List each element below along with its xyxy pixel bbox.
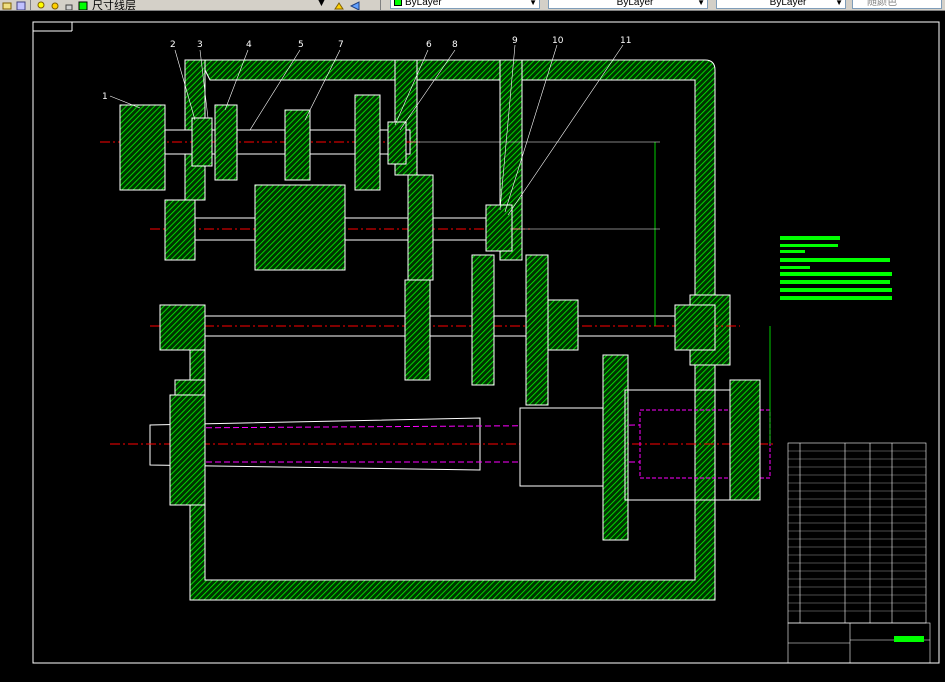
toolbar-separator xyxy=(380,0,381,10)
bearing-cap xyxy=(729,379,761,501)
bearing xyxy=(191,117,213,167)
lineweight-control-dropdown[interactable]: ByLayer ▼ xyxy=(716,0,846,9)
gear xyxy=(602,354,629,541)
bearing xyxy=(485,204,513,252)
layer-manager-icon[interactable] xyxy=(16,0,26,10)
layer-states-icon[interactable] xyxy=(2,0,12,10)
bearing-cap xyxy=(159,304,206,351)
lightbulb-icon[interactable] xyxy=(36,0,46,9)
input-shaft xyxy=(100,94,420,191)
chevron-down-icon: ▼ xyxy=(697,0,705,7)
part-number: 4 xyxy=(246,40,252,50)
drawing-canvas[interactable]: 1 2 3 4 5 7 6 8 9 10 11 xyxy=(0,11,945,677)
lock-icon[interactable] xyxy=(64,0,74,10)
part-number: 10 xyxy=(552,36,564,46)
lineweight-value: ByLayer xyxy=(769,0,807,8)
color-control-dropdown[interactable]: ByLayer ▼ xyxy=(390,0,540,9)
toolbar-separator xyxy=(30,0,31,10)
linetype-value: ByLayer xyxy=(616,0,654,8)
sun-icon[interactable] xyxy=(50,0,60,10)
bearing xyxy=(674,304,716,351)
plotstyle-value: 随颜色 xyxy=(867,0,897,8)
chevron-down-icon: ▼ xyxy=(835,0,843,7)
dimension-lines xyxy=(410,141,771,444)
bearing-cap xyxy=(164,199,196,261)
gear xyxy=(214,104,238,181)
layer-previous-icon[interactable] xyxy=(349,0,360,10)
plotstyle-control-dropdown[interactable]: 随颜色 xyxy=(852,0,942,9)
part-number: 11 xyxy=(620,36,631,46)
part-number: 7 xyxy=(338,40,344,50)
part-number: 3 xyxy=(197,40,203,50)
part-number: 6 xyxy=(426,40,432,50)
gear-block xyxy=(254,184,346,271)
part-number: 2 xyxy=(170,40,176,50)
parts-list-rows xyxy=(788,450,926,612)
gear xyxy=(354,94,381,191)
intermediate-shaft-2 xyxy=(150,254,740,406)
technical-requirements xyxy=(780,236,892,300)
output-spindle xyxy=(110,354,775,541)
layer-color-icon[interactable] xyxy=(78,0,88,10)
gear xyxy=(471,254,495,386)
properties-toolbar: 尺寸线层 ▼ ByLayer ▼ ByLayer ▼ ByLayer ▼ 随颜色 xyxy=(0,0,945,11)
title-block xyxy=(787,622,931,664)
bearing-cap xyxy=(169,394,206,506)
color-swatch-icon xyxy=(394,0,402,6)
gear xyxy=(284,109,311,181)
parts-list-table xyxy=(787,442,927,624)
chevron-down-icon: ▼ xyxy=(529,0,537,7)
gear xyxy=(547,299,579,351)
part-number: 9 xyxy=(512,36,518,46)
layer-dropdown-arrow[interactable]: ▼ xyxy=(316,0,327,9)
part-number: 1 xyxy=(102,92,108,102)
gear xyxy=(525,254,549,406)
part-number: 8 xyxy=(452,40,458,50)
pulley xyxy=(119,104,166,191)
current-layer-name[interactable]: 尺寸线层 xyxy=(92,0,136,10)
make-current-layer-icon[interactable] xyxy=(334,0,344,10)
gear xyxy=(404,279,431,381)
bearing xyxy=(387,121,407,165)
linetype-control-dropdown[interactable]: ByLayer ▼ xyxy=(548,0,708,9)
color-value: ByLayer xyxy=(405,0,442,8)
part-number: 5 xyxy=(298,40,304,50)
gear xyxy=(407,174,434,281)
